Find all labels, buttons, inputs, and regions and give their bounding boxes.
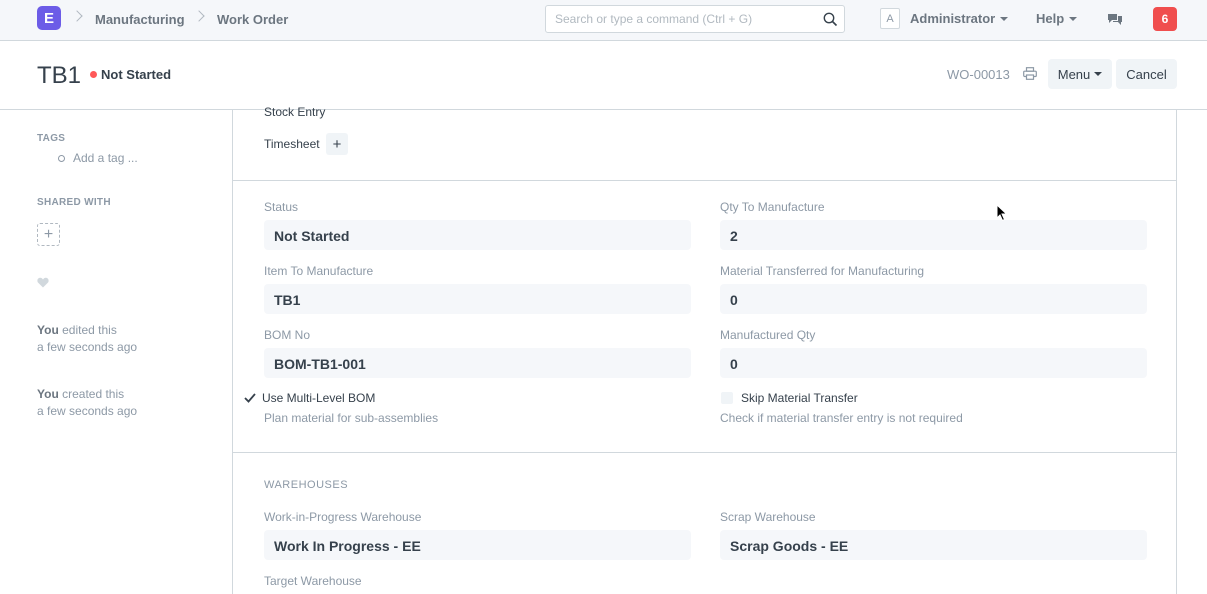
scrap-warehouse-field[interactable]: Scrap Goods - EE <box>720 530 1147 560</box>
breadcrumb-chevron-icon <box>71 10 83 22</box>
user-menu-label: Administrator <box>910 11 996 26</box>
timeline-entry-edited: You edited this a few seconds ago <box>37 322 137 356</box>
section-divider <box>233 452 1176 453</box>
document-name: WO-00013 <box>947 67 1010 82</box>
scrap-warehouse-label: Scrap Warehouse <box>720 510 816 524</box>
help-menu[interactable]: Help <box>1036 11 1078 26</box>
form-sidebar: TAGS Add a tag ... SHARED WITH + You edi… <box>0 110 232 594</box>
search-input[interactable] <box>555 6 825 32</box>
wip-warehouse-label: Work-in-Progress Warehouse <box>264 510 422 524</box>
material-transferred-label: Material Transferred for Manufacturing <box>720 264 925 278</box>
timeline-time: a few seconds ago <box>37 340 138 354</box>
add-timesheet-button[interactable]: + <box>326 133 348 155</box>
status-indicator-dot <box>90 71 97 78</box>
timeline-user: You <box>37 323 59 337</box>
chat-icon[interactable] <box>1107 13 1123 27</box>
status-badge: Not Started <box>101 67 172 82</box>
search-box[interactable] <box>545 5 845 33</box>
user-menu[interactable]: Administrator <box>910 11 1009 26</box>
page-header: TB1 Not Started WO-00013 Menu Cancel <box>0 41 1207 110</box>
use-multi-level-bom-help: Plan material for sub-assemblies <box>264 411 439 425</box>
qty-to-manufacture-label: Qty To Manufacture <box>720 200 825 214</box>
skip-material-transfer-checkbox[interactable] <box>721 392 733 404</box>
like-heart-icon[interactable] <box>37 277 49 288</box>
manufactured-qty-field: 0 <box>720 348 1147 378</box>
manufactured-qty-label: Manufactured Qty <box>720 328 816 342</box>
tags-heading: TAGS <box>37 133 66 144</box>
add-share-button[interactable]: + <box>37 223 60 246</box>
form-main: Stock Entry Timesheet + Status Not Start… <box>232 105 1177 594</box>
add-tag-label: Add a tag ... <box>73 151 138 165</box>
use-multi-level-bom-label[interactable]: Use Multi-Level BOM <box>262 391 375 405</box>
breadcrumb-chevron-icon <box>193 10 205 22</box>
use-multi-level-bom-checkbox[interactable] <box>244 392 256 404</box>
cancel-button[interactable]: Cancel <box>1116 59 1177 89</box>
search-icon[interactable] <box>823 12 838 27</box>
page-title: TB1 <box>37 62 82 89</box>
add-tag-link[interactable]: Add a tag ... <box>58 151 138 165</box>
warehouses-section-title: WAREHOUSES <box>264 479 349 491</box>
wip-warehouse-field[interactable]: Work In Progress - EE <box>264 530 691 560</box>
menu-button-label: Menu <box>1057 66 1091 82</box>
timeline-entry-created: You created this a few seconds ago <box>37 386 137 420</box>
status-field: Not Started <box>264 220 691 250</box>
bom-no-label: BOM No <box>264 328 311 342</box>
help-menu-label: Help <box>1036 11 1065 26</box>
item-to-manufacture-label: Item To Manufacture <box>264 264 374 278</box>
mouse-cursor-icon <box>996 204 1008 222</box>
caret-down-icon <box>1000 17 1009 21</box>
notification-badge[interactable]: 6 <box>1153 7 1177 31</box>
timeline-time: a few seconds ago <box>37 404 138 418</box>
skip-material-transfer-label[interactable]: Skip Material Transfer <box>741 391 858 405</box>
timeline-action: created this <box>58 387 125 401</box>
material-transferred-field: 0 <box>720 284 1147 314</box>
stock-entry-link[interactable]: Stock Entry <box>264 105 325 119</box>
app-logo[interactable]: E <box>37 6 61 30</box>
top-navbar: E Manufacturing Work Order A Administrat… <box>0 0 1207 41</box>
caret-down-icon <box>1069 17 1078 21</box>
shared-with-heading: SHARED WITH <box>37 197 111 208</box>
skip-material-transfer-help: Check if material transfer entry is not … <box>720 411 963 425</box>
qty-to-manufacture-field[interactable]: 2 <box>720 220 1147 250</box>
user-avatar[interactable]: A <box>880 8 900 29</box>
target-warehouse-label: Target Warehouse <box>264 574 362 588</box>
timeline-action: edited this <box>58 323 117 337</box>
breadcrumb-work-order[interactable]: Work Order <box>217 12 288 27</box>
timeline-user: You <box>37 387 59 401</box>
breadcrumb-manufacturing[interactable]: Manufacturing <box>95 12 185 27</box>
item-to-manufacture-field[interactable]: TB1 <box>264 284 691 314</box>
section-divider <box>233 180 1176 181</box>
print-icon[interactable] <box>1023 67 1037 80</box>
menu-button[interactable]: Menu <box>1048 59 1112 89</box>
bom-no-field[interactable]: BOM-TB1-001 <box>264 348 691 378</box>
caret-down-icon <box>1094 72 1103 76</box>
status-label: Status <box>264 200 299 214</box>
timesheet-link[interactable]: Timesheet <box>264 137 320 151</box>
